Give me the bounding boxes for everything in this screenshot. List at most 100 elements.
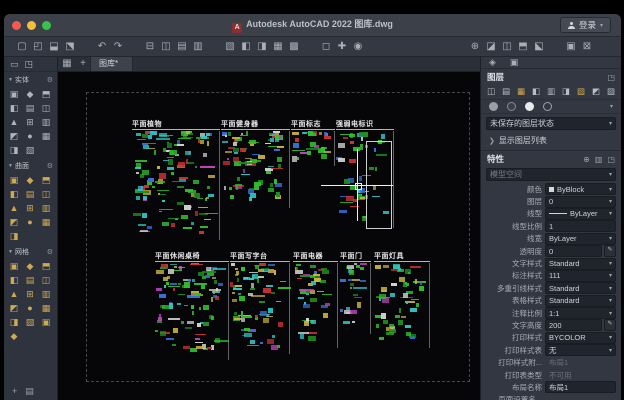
property-value-dropdown[interactable]: 1:1▾ bbox=[545, 307, 616, 319]
redo-icon[interactable]: ↷ bbox=[110, 38, 126, 56]
property-value-dropdown[interactable]: BYCOLOR▾ bbox=[545, 332, 616, 344]
palette-tool-icon[interactable]: ◩ bbox=[6, 301, 22, 315]
palette-frame-icon[interactable]: ▭ bbox=[10, 59, 19, 70]
palette-list-icon[interactable]: ▤ bbox=[25, 386, 34, 397]
property-value-field[interactable]: 200 bbox=[545, 319, 602, 331]
palette-section-header[interactable]: ▼网格⚙ bbox=[4, 244, 57, 258]
chevron-down-icon[interactable]: ▾ bbox=[610, 103, 613, 110]
layer-tool-icon[interactable]: ▥ bbox=[547, 86, 555, 97]
batch-plot-icon[interactable]: ▤ bbox=[174, 38, 190, 56]
sheet-set-icon[interactable]: ▩ bbox=[286, 38, 302, 56]
palette-tool-icon[interactable]: ▧ bbox=[22, 315, 38, 329]
property-value-dropdown[interactable]: Standard▾ bbox=[545, 258, 616, 270]
layer-tool-icon[interactable]: ◫ bbox=[487, 86, 495, 97]
property-value-dropdown[interactable]: 0▾ bbox=[545, 196, 616, 208]
palette-tool-icon[interactable]: ◩ bbox=[6, 215, 22, 229]
gear-icon[interactable]: ⚙ bbox=[47, 248, 53, 256]
palette-tool-icon[interactable]: ▲ bbox=[6, 287, 22, 301]
login-button[interactable]: 登录 ▾ bbox=[560, 17, 611, 33]
palette-tool-icon[interactable]: ▦ bbox=[38, 129, 54, 143]
units-icon[interactable]: ▣ bbox=[563, 38, 579, 56]
attach-reference-icon[interactable]: ▧ bbox=[222, 38, 238, 56]
insert-block-icon[interactable]: ◧ bbox=[238, 38, 254, 56]
close-window-button[interactable] bbox=[12, 21, 21, 30]
new-file-icon[interactable]: ▢ bbox=[14, 38, 30, 56]
palette-tool-icon[interactable]: ▣ bbox=[38, 315, 54, 329]
layer-tool-icon[interactable]: ◧ bbox=[532, 86, 540, 97]
palette-tool-icon[interactable]: ▤ bbox=[22, 273, 38, 287]
palette-tool-icon[interactable]: ◩ bbox=[6, 129, 22, 143]
palette-section-header[interactable]: ▼曲面⚙ bbox=[4, 158, 57, 172]
layer-state-dropdown[interactable]: 未保存的图层状态 ▾ bbox=[486, 117, 616, 130]
layer-current-indicator[interactable] bbox=[525, 102, 534, 111]
gear-icon[interactable]: ⚙ bbox=[47, 162, 53, 170]
palette-tool-icon[interactable]: ● bbox=[22, 129, 38, 143]
pickadd-toggle-icon[interactable]: ⊕ bbox=[583, 155, 590, 164]
block-group[interactable]: 平面健身器 bbox=[221, 120, 290, 208]
selection-type-dropdown[interactable]: 模型空间 ▾ bbox=[486, 168, 616, 181]
purge-icon[interactable]: ⬕ bbox=[531, 38, 547, 56]
palette-tool-icon[interactable]: ▲ bbox=[6, 201, 22, 215]
palette-tool-icon[interactable]: ▧ bbox=[22, 143, 38, 157]
property-value-dropdown[interactable]: Standard▾ bbox=[545, 282, 616, 294]
palette-tool-icon[interactable]: ⬒ bbox=[38, 173, 54, 187]
start-tab-grid-icon[interactable]: ▦ bbox=[58, 55, 76, 73]
gear-icon[interactable]: ⚙ bbox=[47, 76, 53, 84]
layer-tool-icon[interactable]: ▧ bbox=[577, 86, 585, 97]
palette-tool-icon[interactable]: ▤ bbox=[22, 101, 38, 115]
palette-tool-icon[interactable]: ▣ bbox=[6, 87, 22, 101]
page-setup-icon[interactable]: ▥ bbox=[190, 38, 206, 56]
layer-tool-icon[interactable]: ▦ bbox=[517, 86, 525, 97]
drawing-tab[interactable]: 图库* bbox=[90, 57, 133, 71]
palette-tool-icon[interactable]: ⊞ bbox=[22, 287, 38, 301]
print-preview-icon[interactable]: ◫ bbox=[158, 38, 174, 56]
paste-panel-icon[interactable]: ▣ bbox=[510, 57, 519, 68]
palette-tool-icon[interactable]: ◫ bbox=[38, 273, 54, 287]
open-folder-icon[interactable]: ◰ bbox=[30, 38, 46, 56]
pan-hand-icon[interactable]: ✚ bbox=[334, 38, 350, 56]
block-group[interactable]: 平面标志 bbox=[291, 120, 335, 166]
layer-tool-icon[interactable]: ◩ bbox=[592, 86, 600, 97]
copy-clip-icon[interactable]: ◪ bbox=[483, 38, 499, 56]
edit-value-button[interactable]: ✎ bbox=[604, 319, 616, 331]
property-value-dropdown[interactable]: ByBlock▾ bbox=[545, 183, 616, 195]
palette-cube-icon[interactable]: ◳ bbox=[25, 59, 34, 70]
zoom-window-icon[interactable]: ◻ bbox=[318, 38, 334, 56]
palette-tool-icon[interactable]: ◧ bbox=[6, 187, 22, 201]
property-value-field[interactable]: 0 bbox=[545, 245, 602, 257]
palette-tool-icon[interactable]: ◨ bbox=[6, 143, 22, 157]
add-palette-icon[interactable]: + bbox=[12, 386, 17, 397]
palette-tool-icon[interactable]: ▦ bbox=[38, 301, 54, 315]
layer-tool-icon[interactable]: ▤ bbox=[502, 86, 510, 97]
palette-tool-icon[interactable]: ▣ bbox=[6, 259, 22, 273]
xref-manager-icon[interactable]: ▦ bbox=[270, 38, 286, 56]
block-group[interactable]: 平面电器 bbox=[293, 252, 338, 348]
palette-tool-icon[interactable]: ▥ bbox=[38, 287, 54, 301]
block-group[interactable]: 平面植物 bbox=[132, 120, 220, 240]
undo-icon[interactable]: ↶ bbox=[94, 38, 110, 56]
palette-tool-icon[interactable]: ◨ bbox=[6, 315, 22, 329]
layer-on-indicator[interactable] bbox=[489, 102, 498, 111]
orbit-icon[interactable]: ◉ bbox=[350, 38, 366, 56]
block-group[interactable]: 强弱电标识 bbox=[336, 120, 394, 228]
layer-tool-icon[interactable]: ◨ bbox=[562, 86, 570, 97]
block-group[interactable]: 平面门 bbox=[340, 252, 371, 334]
palette-tool-icon[interactable]: ◫ bbox=[38, 187, 54, 201]
quick-select-icon[interactable]: ▥ bbox=[595, 155, 603, 164]
palette-tool-icon[interactable]: ◆ bbox=[22, 87, 38, 101]
palette-tool-icon[interactable]: ▲ bbox=[6, 115, 22, 129]
palette-tool-icon[interactable]: ● bbox=[22, 215, 38, 229]
print-icon[interactable]: ⊟ bbox=[142, 38, 158, 56]
palette-tool-icon[interactable]: ● bbox=[22, 301, 38, 315]
property-value-dropdown[interactable]: Standard▾ bbox=[545, 295, 616, 307]
palette-tool-icon[interactable]: ⊞ bbox=[22, 201, 38, 215]
palette-tool-icon[interactable]: ◫ bbox=[38, 101, 54, 115]
palette-tool-icon[interactable]: ⬒ bbox=[38, 259, 54, 273]
rename-icon[interactable]: ⊠ bbox=[579, 38, 595, 56]
drawing-canvas[interactable]: 平面植物平面健身器平面标志强弱电标识平面休闲桌椅平面写字台平面电器平面门平面灯具 bbox=[58, 72, 480, 400]
paste-clip-icon[interactable]: ◫ bbox=[499, 38, 515, 56]
palette-tool-icon[interactable]: ◧ bbox=[6, 101, 22, 115]
palette-tool-icon[interactable]: ◨ bbox=[6, 229, 22, 243]
create-block-icon[interactable]: ◨ bbox=[254, 38, 270, 56]
block-group[interactable]: 平面写字台 bbox=[230, 252, 290, 354]
